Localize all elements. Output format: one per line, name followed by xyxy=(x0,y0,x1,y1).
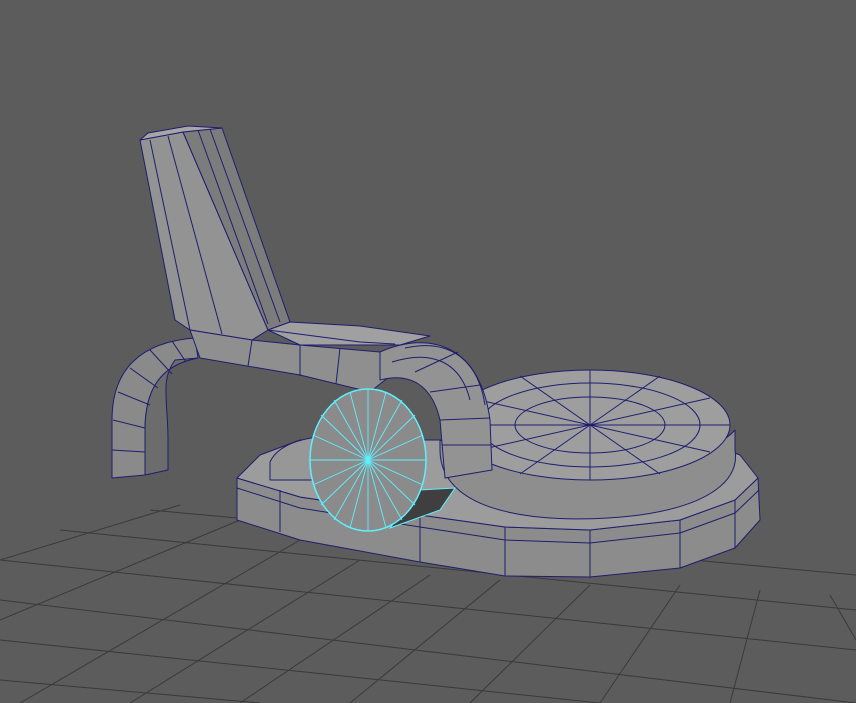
3d-viewport[interactable] xyxy=(0,0,856,703)
